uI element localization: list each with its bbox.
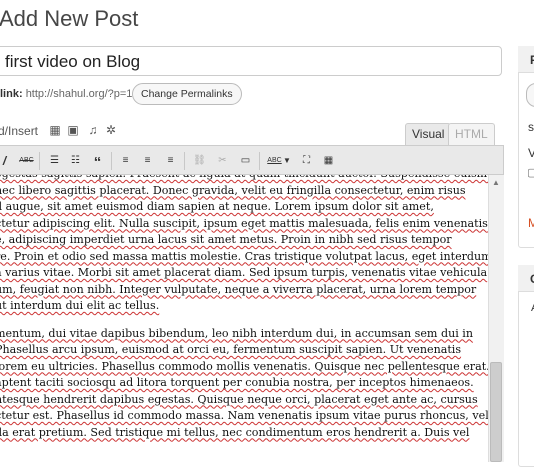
tab-html[interactable]: HTML	[448, 123, 495, 145]
editor-line: aptent taciti sociosqu ad litora torquen…	[0, 376, 474, 389]
align-left-icon[interactable]: ≡	[116, 151, 135, 170]
toolbar-separator	[111, 152, 112, 170]
image-icon[interactable]: ▦	[48, 123, 62, 137]
editor-line: e, adipiscing imperdiet urna lacus sit a…	[0, 233, 452, 246]
numbered-list-icon[interactable]: ☷	[66, 151, 85, 170]
editor-line: ctetur est. Phasellus id commodo massa. …	[0, 409, 489, 422]
editor-line: a varius vitae. Morbi sit amet placerat …	[0, 266, 488, 279]
tab-visual[interactable]: Visual	[405, 123, 452, 145]
categories-box-title: C	[530, 272, 534, 286]
editor-line: lorem eu ultricies. Phasellus commodo mo…	[0, 359, 490, 373]
blockquote-button[interactable]: “	[88, 151, 107, 171]
permalink-label: link:	[0, 88, 23, 100]
editor-line: Phasellus arcu ipsum, euismod at orci eu…	[0, 343, 462, 356]
editor-content[interactable]: egestas sagittis sapien. Praesent ac lig…	[0, 175, 491, 462]
page-title: Add New Post	[0, 6, 139, 31]
kitchen-sink-icon[interactable]: ▦	[319, 151, 338, 170]
permalink-url[interactable]: http://shahul.org/?p=15	[26, 88, 139, 100]
editor-line: re. Proin et odio sed massa mattis moles…	[0, 249, 491, 263]
scrollbar-thumb[interactable]	[490, 362, 502, 462]
editor-line: um, feugiat non nibh. Integer vulputate,…	[0, 282, 477, 296]
editor-paragraph: mentum, dui vitae dapibus bibendum, leo …	[0, 326, 491, 442]
editor-text[interactable]: egestas sagittis sapien. Praesent ac lig…	[0, 175, 491, 452]
editor-line: mentum, dui vitae dapibus bibendum, leo …	[0, 326, 473, 340]
align-center-icon[interactable]: ≡	[138, 151, 157, 170]
more-tag-icon[interactable]: ▭	[236, 151, 255, 170]
toolbar-separator	[184, 152, 185, 170]
chevron-down-icon[interactable]: ▼	[282, 151, 292, 170]
fullscreen-icon[interactable]: ⛶	[297, 151, 316, 170]
unlink-icon[interactable]: ✂	[213, 151, 232, 170]
post-title-input[interactable]	[0, 46, 502, 76]
editor-line: d augue, sit amet euismod diam sapien at…	[0, 200, 434, 213]
scroll-up-icon[interactable]: ▲	[489, 177, 503, 189]
bullet-list-icon[interactable]: ☰	[45, 151, 64, 170]
media-icon[interactable]: ✲	[104, 123, 118, 137]
editor-line: da erat pretium. Sed tristique mi tellus…	[0, 425, 470, 439]
publish-visibility-label: V	[528, 146, 534, 160]
strikethrough-button[interactable]: ABC	[17, 151, 36, 170]
publish-box-title: P	[530, 53, 534, 67]
editor-line: ut interdum dui elit ac tellus.	[0, 299, 160, 312]
categories-box	[518, 265, 534, 467]
audio-icon[interactable]: ♫	[86, 123, 100, 137]
calendar-icon: ▢	[527, 167, 534, 179]
editor-line: ntesque hendrerit dapibus egestas. Quisq…	[0, 392, 478, 406]
italic-button[interactable]: /	[0, 151, 14, 170]
editor-line: egestas sagittis sapien. Praesent ac lig…	[0, 175, 491, 183]
editor-line: ctetur adipiscing elit. Nulla suscipit, …	[0, 216, 488, 230]
link-icon[interactable]: ⛓	[190, 151, 209, 170]
editor-toolbar: / ABC ☰ ☷ “ ≡ ≡ ≡ ⛓ ✂ ▭ ABC ▼ ⛶ ▦	[0, 145, 504, 175]
editor-paragraph: egestas sagittis sapien. Praesent ac lig…	[0, 175, 491, 315]
align-right-icon[interactable]: ≡	[161, 151, 180, 170]
change-permalinks-button[interactable]: Change Permalinks	[132, 83, 242, 105]
toolbar-separator	[259, 152, 260, 170]
video-icon[interactable]: ▣	[66, 123, 80, 137]
editor-line: nec libero sagittis placerat. Donec grav…	[0, 183, 466, 197]
permalink-row: link: http://shahul.org/?p=15	[0, 88, 139, 100]
upload-insert-label: d/Insert	[0, 124, 39, 138]
toolbar-separator	[39, 152, 40, 170]
move-to-trash-link[interactable]: M	[528, 216, 534, 230]
publish-status-label: s	[528, 120, 534, 134]
